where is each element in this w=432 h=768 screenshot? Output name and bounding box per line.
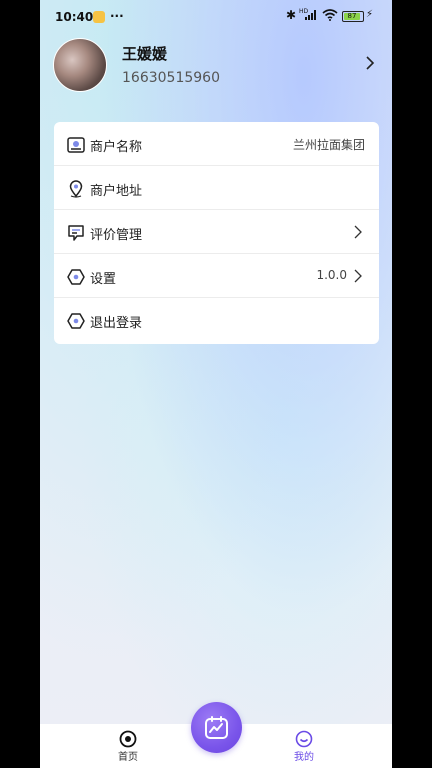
battery-level: 87	[344, 13, 360, 20]
menu-item-logout[interactable]: 退出登录	[54, 298, 379, 344]
charging-icon: ⚡	[366, 9, 374, 20]
menu-item-label: 设置	[90, 272, 117, 287]
settings-hex-icon	[67, 269, 85, 285]
calendar-chart-icon	[205, 716, 228, 739]
phone-screen: 10:40 ··· ✱ HD 87 ⚡ 王媛媛 16630515960 商户名称…	[40, 0, 392, 768]
menu-item-value: 兰州拉面集团	[292, 138, 365, 152]
menu-item-label: 退出登录	[90, 316, 143, 331]
bluetooth-icon: ✱	[286, 8, 297, 22]
more-notifications-indicator: ···	[110, 9, 124, 23]
app-version: 1.0.0	[316, 268, 347, 282]
tab-home-label: 首页	[118, 752, 138, 763]
menu-item-label: 商户名称	[90, 140, 143, 155]
menu-item-label: 评价管理	[90, 228, 143, 243]
tab-home[interactable]: 首页	[88, 724, 168, 768]
wifi-icon	[322, 9, 338, 21]
menu-item-merchant-address[interactable]: 商户地址	[54, 166, 379, 210]
chevron-right-icon	[354, 225, 362, 239]
user-phone: 16630515960	[122, 70, 220, 86]
user-name: 王媛媛	[122, 45, 168, 63]
battery-icon: 87	[342, 11, 364, 22]
signal-icon	[305, 10, 316, 20]
notification-app-icon	[93, 11, 105, 23]
chevron-right-icon[interactable]	[363, 56, 377, 70]
menu-item-label: 商户地址	[90, 184, 143, 199]
status-bar: 10:40 ··· ✱ HD 87 ⚡	[40, 0, 392, 34]
location-pin-icon	[69, 180, 83, 198]
center-action-button[interactable]	[191, 702, 242, 753]
home-target-icon	[119, 730, 137, 748]
avatar[interactable]	[53, 38, 107, 92]
merchant-card-icon	[67, 137, 85, 153]
menu-item-review-management[interactable]: 评价管理	[54, 210, 379, 254]
logout-hex-icon	[67, 313, 85, 329]
menu-item-settings[interactable]: 设置 1.0.0	[54, 254, 379, 298]
status-time: 10:40	[55, 10, 94, 24]
smile-face-icon	[295, 730, 313, 748]
menu-card: 商户名称 兰州拉面集团 商户地址 评价管理 设置 1.0.0 退出登录	[54, 122, 379, 344]
tab-mine[interactable]: 我的	[264, 724, 344, 768]
menu-item-merchant-name[interactable]: 商户名称 兰州拉面集团	[54, 122, 379, 166]
chevron-right-icon	[354, 269, 362, 283]
tab-mine-label: 我的	[294, 752, 314, 763]
review-bubble-icon	[68, 225, 84, 241]
